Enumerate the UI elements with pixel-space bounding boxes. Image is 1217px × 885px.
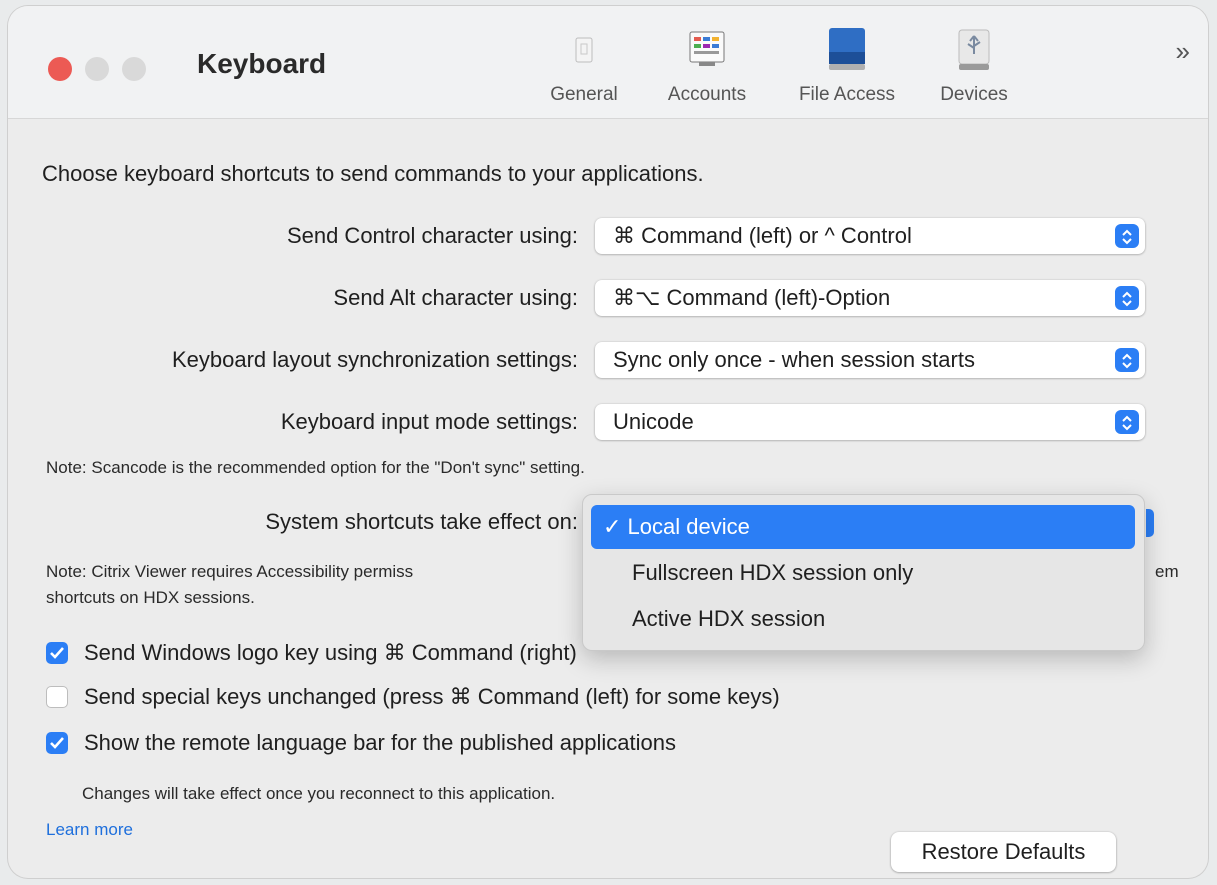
menu-item-local-device[interactable]: ✓ Local device	[591, 505, 1135, 549]
layout-sync-label: Keyboard layout synchronization settings…	[171, 347, 578, 372]
stepper-icon	[1115, 224, 1139, 248]
restore-defaults-button[interactable]: Restore Defaults	[891, 832, 1116, 872]
checkbox-language-bar[interactable]: Show the remote language bar for the pub…	[46, 730, 676, 756]
tab-accounts-label: Accounts	[667, 84, 747, 105]
system-shortcuts-select-edge[interactable]	[1146, 509, 1154, 537]
checkbox-windows-logo-label: Send Windows logo key using ⌘ Command (r…	[84, 640, 577, 665]
system-shortcuts-label: System shortcuts take effect on:	[265, 509, 578, 534]
stepper-icon	[1115, 410, 1139, 434]
window-title: Keyboard	[197, 48, 327, 79]
control-char-value: ⌘ Command (left) or ^ Control	[613, 223, 912, 248]
accounts-icon	[637, 24, 777, 80]
alt-char-value: ⌘⌥ Command (left)-Option	[613, 285, 891, 310]
accessibility-note-line1: Note: Citrix Viewer requires Accessibili…	[46, 562, 414, 581]
checkbox-special-keys[interactable]: Send special keys unchanged (press ⌘ Com…	[46, 684, 780, 710]
zoom-button[interactable]	[122, 57, 146, 81]
tab-general[interactable]: General	[514, 24, 654, 106]
tab-accounts[interactable]: Accounts	[637, 24, 777, 106]
changes-note: Changes will take effect once you reconn…	[82, 784, 556, 803]
checkbox-special-keys-label: Send special keys unchanged (press ⌘ Com…	[84, 684, 780, 709]
checkbox-language-bar-label: Show the remote language bar for the pub…	[84, 730, 676, 755]
minimize-button[interactable]	[85, 57, 109, 81]
input-mode-label: Keyboard input mode settings:	[280, 409, 578, 434]
input-mode-note: Note: Scancode is the recommended option…	[46, 458, 585, 477]
accessibility-note-line1-end: em	[1155, 562, 1179, 581]
input-mode-select[interactable]: Unicode	[595, 404, 1145, 440]
intro-text: Choose keyboard shortcuts to send comman…	[42, 161, 704, 186]
layout-sync-select[interactable]: Sync only once - when session starts	[595, 342, 1145, 378]
control-char-label: Send Control character using:	[286, 223, 578, 248]
checkbox-windows-logo[interactable]: Send Windows logo key using ⌘ Command (r…	[46, 640, 577, 666]
checkbox-unchecked-icon[interactable]	[46, 686, 68, 708]
control-char-select[interactable]: ⌘ Command (left) or ^ Control	[595, 218, 1145, 254]
preferences-window: Keyboard General Accounts File Access De…	[8, 6, 1208, 878]
tab-general-label: General	[550, 84, 618, 105]
devices-icon	[904, 24, 1044, 80]
alt-char-label: Send Alt character using:	[333, 285, 578, 310]
tab-devices[interactable]: Devices	[904, 24, 1044, 106]
learn-more-link[interactable]: Learn more	[46, 820, 133, 840]
checkbox-checked-icon[interactable]	[46, 732, 68, 754]
file-access-icon	[777, 24, 917, 80]
tab-file-access[interactable]: File Access	[777, 24, 917, 106]
checkbox-checked-icon[interactable]	[46, 642, 68, 664]
general-icon	[514, 24, 654, 80]
input-mode-value: Unicode	[613, 409, 694, 434]
tab-file-access-label: File Access	[798, 84, 896, 105]
tab-devices-label: Devices	[940, 84, 1008, 105]
stepper-icon	[1115, 348, 1139, 372]
layout-sync-value: Sync only once - when session starts	[613, 347, 975, 372]
alt-char-select[interactable]: ⌘⌥ Command (left)-Option	[595, 280, 1145, 316]
system-shortcuts-dropdown-menu: ✓ Local device Fullscreen HDX session on…	[582, 494, 1145, 651]
accessibility-note-line2: shortcuts on HDX sessions.	[46, 588, 255, 607]
stepper-icon	[1115, 286, 1139, 310]
menu-item-fullscreen-hdx[interactable]: Fullscreen HDX session only	[632, 551, 913, 595]
close-button[interactable]	[48, 57, 72, 81]
menu-item-active-hdx[interactable]: Active HDX session	[632, 597, 825, 641]
more-tabs-chevron-icon[interactable]: »	[1176, 36, 1191, 67]
toolbar: Keyboard General Accounts File Access De…	[8, 6, 1208, 119]
